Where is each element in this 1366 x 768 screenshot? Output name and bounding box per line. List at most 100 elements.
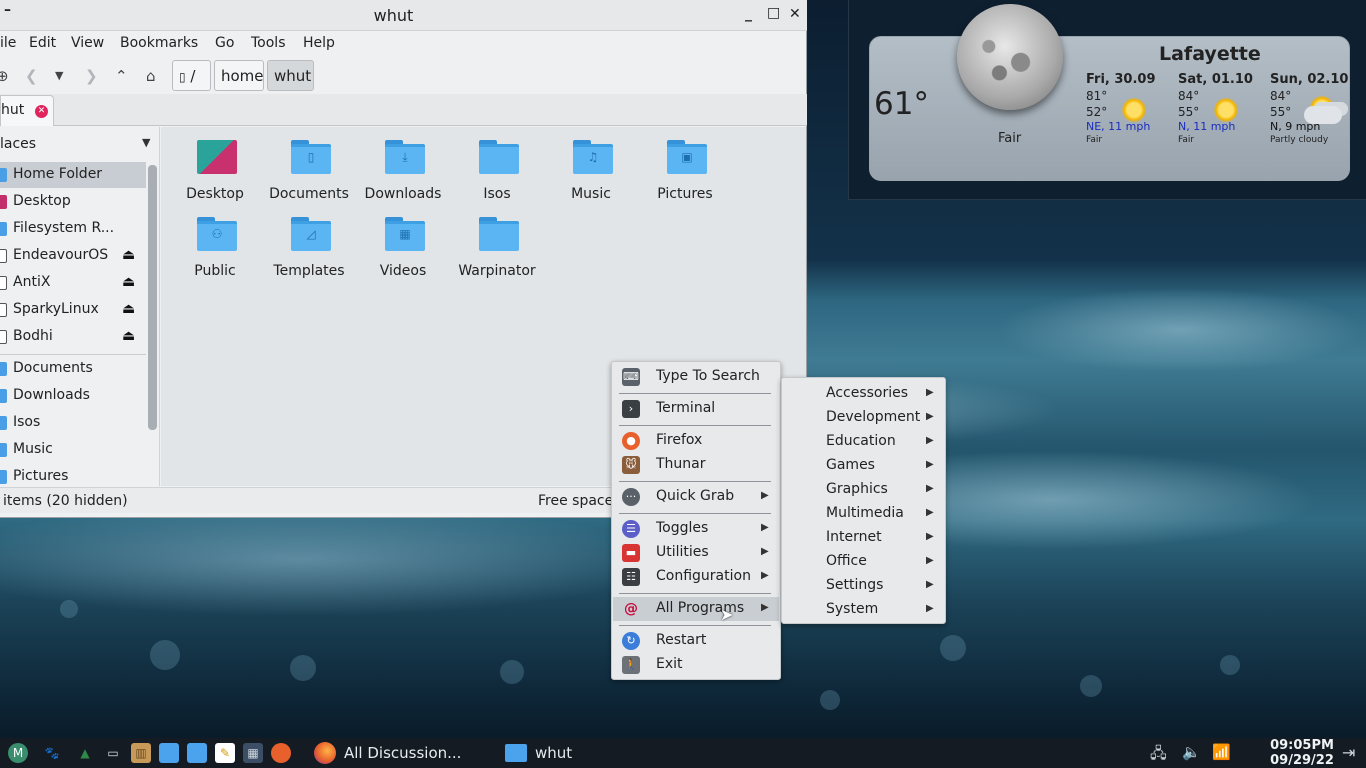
sidebar-item-downloads[interactable]: Downloads: [0, 383, 146, 409]
sidebar-item-sparkylinux[interactable]: SparkyLinux ⏏: [0, 297, 146, 323]
submenu-item-development[interactable]: Development ▶: [783, 402, 944, 426]
menu-item-exit[interactable]: 🚶 Exit: [613, 653, 779, 677]
menu-tools[interactable]: Tools: [251, 35, 286, 51]
submenu-item-accessories[interactable]: Accessories ▶: [783, 378, 944, 402]
sidebar-item-filesystem-root[interactable]: Filesystem R...: [0, 216, 146, 242]
forward-icon[interactable]: ❯: [85, 67, 98, 85]
forecast-wind: NE, 11 mph: [1086, 120, 1151, 133]
folder-label: Warpinator: [458, 263, 536, 279]
close-button[interactable]: ✕: [789, 6, 801, 22]
menu-item-configuration[interactable]: ☷ Configuration ▶: [613, 565, 779, 589]
sun-icon: [1214, 98, 1238, 122]
volume-icon[interactable]: 🔈: [1182, 743, 1201, 761]
forecast-wind: N, 11 mph: [1178, 120, 1236, 133]
folder-icon[interactable]: ▬: [187, 743, 207, 763]
sidebar-item-bodhi[interactable]: Bodhi ⏏: [0, 324, 146, 350]
wireless-icon[interactable]: 📶: [1212, 743, 1231, 761]
text-editor-icon[interactable]: ✎: [215, 743, 235, 763]
menu-item-terminal[interactable]: › Terminal: [613, 397, 779, 421]
new-window-icon[interactable]: ⊕: [0, 67, 9, 85]
menu-item-firefox[interactable]: ● Firefox: [613, 429, 779, 453]
tab-whut[interactable]: hut ✕: [0, 95, 54, 126]
menu-item-label: Exit: [656, 656, 683, 672]
submenu-item-office[interactable]: Office ▶: [783, 546, 944, 570]
sidebar-item-documents[interactable]: Documents: [0, 356, 146, 382]
sidebar-item-desktop[interactable]: Desktop: [0, 189, 146, 215]
menu-item-quick-grab[interactable]: ··· Quick Grab ▶: [613, 485, 779, 509]
maximize-button[interactable]: □: [767, 5, 780, 21]
window-titlebar[interactable]: – whut _ □ ✕: [0, 0, 807, 31]
menu-bookmarks[interactable]: Bookmarks: [120, 35, 198, 51]
package-icon[interactable]: ▥: [131, 743, 151, 763]
task-whut[interactable]: whut: [505, 741, 625, 765]
parent-folder-icon[interactable]: ⌃: [115, 67, 128, 85]
eject-icon[interactable]: ⏏: [122, 328, 135, 344]
submenu-item-multimedia[interactable]: Multimedia ▶: [783, 498, 944, 522]
public-folder-icon: ⚇: [197, 217, 237, 251]
menu-item-all-programs[interactable]: @ All Programs ▶: [613, 597, 779, 621]
sidebar-item-home-folder[interactable]: Home Folder: [0, 162, 146, 188]
logout-icon[interactable]: ⇥: [1342, 743, 1355, 762]
clock[interactable]: 09:05PM 09/29/22: [1262, 738, 1342, 768]
menu-item-type-to-search[interactable]: ⌨ Type To Search: [613, 365, 779, 389]
status-free-space: Free space: [538, 493, 614, 509]
menu-item-restart[interactable]: ↻ Restart: [613, 629, 779, 653]
menu-item-thunar[interactable]: 🐭 Thunar: [613, 453, 779, 477]
menu-file[interactable]: ile: [0, 35, 16, 51]
sidebar-item-endeavouros[interactable]: EndeavourOS ⏏: [0, 243, 146, 269]
sidebar-item-isos[interactable]: Isos: [0, 410, 146, 436]
monitor-icon[interactable]: ▭: [103, 743, 123, 763]
image-viewer-icon[interactable]: ▲: [75, 743, 95, 763]
menu-separator: [619, 393, 771, 394]
exit-icon: 🚶: [622, 656, 640, 674]
menu-item-label: Firefox: [656, 432, 703, 448]
history-dropdown-icon[interactable]: ▼: [55, 69, 63, 82]
window-title: whut: [373, 6, 414, 25]
sidebar-item-music[interactable]: Music: [0, 437, 146, 463]
breadcrumb-home[interactable]: home: [214, 60, 264, 91]
submenu-item-settings[interactable]: Settings ▶: [783, 570, 944, 594]
submenu-item-system[interactable]: System ▶: [783, 594, 944, 618]
tab-bar: hut ✕: [0, 94, 807, 126]
places-header[interactable]: laces: [0, 136, 36, 152]
submenu-item-graphics[interactable]: Graphics ▶: [783, 474, 944, 498]
folder-icon[interactable]: ▬: [159, 743, 179, 763]
breadcrumb-whut[interactable]: whut: [267, 60, 314, 91]
firefox-icon[interactable]: ●: [271, 743, 291, 763]
debian-swirl-icon: @: [624, 601, 638, 617]
tab-close-icon[interactable]: ✕: [35, 105, 48, 118]
sidebar-item-antix[interactable]: AntiX ⏏: [0, 270, 146, 296]
home-icon[interactable]: ⌂: [146, 67, 156, 85]
calculator-icon[interactable]: ▦: [243, 743, 263, 763]
folder-warpinator[interactable]: Warpinator: [447, 204, 547, 279]
submenu-item-education[interactable]: Education ▶: [783, 426, 944, 450]
sidebar-item-pictures[interactable]: Pictures: [0, 464, 146, 486]
submenu-item-internet[interactable]: Internet ▶: [783, 522, 944, 546]
breadcrumb-root[interactable]: ▯ /: [172, 60, 211, 91]
submenu-item-label: Internet: [826, 529, 882, 545]
menu-go[interactable]: Go: [215, 35, 234, 51]
menu-edit[interactable]: Edit: [29, 35, 56, 51]
back-icon[interactable]: ❮: [25, 67, 38, 85]
menu-item-toggles[interactable]: ☰ Toggles ▶: [613, 517, 779, 541]
sidebar-item-label: Home Folder: [13, 166, 103, 182]
submenu-item-games[interactable]: Games ▶: [783, 450, 944, 474]
menu-logo-icon[interactable]: M: [8, 743, 28, 763]
menu-help[interactable]: Help: [303, 35, 335, 51]
network-icon[interactable]: 🖧: [1150, 743, 1167, 768]
eject-icon[interactable]: ⏏: [122, 274, 135, 290]
folder-pictures[interactable]: ▣ Pictures: [635, 127, 735, 202]
sidebar-scrollbar[interactable]: [148, 165, 157, 430]
task-firefox[interactable]: All Discussion...: [314, 741, 484, 765]
menu-view[interactable]: View: [71, 35, 104, 51]
places-dropdown-icon[interactable]: ▼: [142, 136, 150, 149]
paw-icon[interactable]: 🐾: [42, 743, 62, 763]
menu-item-utilities[interactable]: ▬ Utilities ▶: [613, 541, 779, 565]
minimize-button[interactable]: _: [745, 6, 752, 22]
sidebar-item-label: Desktop: [13, 193, 71, 209]
eject-icon[interactable]: ⏏: [122, 301, 135, 317]
forecast-condition: Partly cloudy: [1270, 135, 1329, 145]
folder-icon: [0, 443, 7, 457]
root-menu: ⌨ Type To Search › Terminal ● Firefox 🐭 …: [611, 361, 781, 680]
eject-icon[interactable]: ⏏: [122, 247, 135, 263]
